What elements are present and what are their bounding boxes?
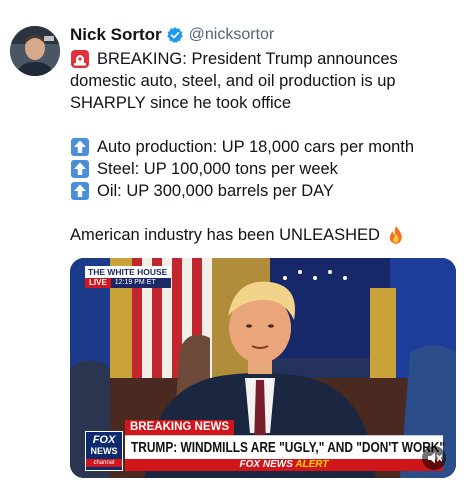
user-handle[interactable]: @nicksortor	[189, 26, 275, 44]
display-name[interactable]: Nick Sortor	[70, 25, 162, 45]
up-arrow-icon	[70, 159, 90, 179]
speaker-muted-icon	[428, 452, 443, 464]
broadcast-time: 12:19 PM ET	[110, 278, 171, 288]
text-line: Steel: UP 100,000 tons per week	[70, 158, 460, 180]
white-house-live-tag: THE WHITE HOUSE LIVE 12:19 PM ET	[85, 266, 171, 288]
up-arrow-icon	[70, 137, 90, 157]
text-line-3: SHARPLY since he took office	[70, 94, 292, 112]
text-line-7: American industry has been UNLEASHED	[70, 226, 380, 244]
alert-prefix: FOX NEWS	[239, 459, 293, 470]
fox-news-alert-bar: FOX NEWS ALERT	[125, 459, 443, 471]
alert-word: ALERT	[295, 459, 329, 470]
breaking-news-label: BREAKING NEWS	[125, 420, 235, 435]
video-player[interactable]: THE WHITE HOUSE LIVE 12:19 PM ET BREAKIN…	[70, 258, 456, 478]
verified-badge-icon[interactable]	[166, 26, 184, 44]
headline-text: TRUMP: WINDMILLS ARE "UGLY," AND "DON'T …	[131, 440, 446, 456]
text-line: Oil: UP 300,000 barrels per DAY	[70, 180, 460, 202]
tweet-text: BREAKING: President Trump announces dome…	[70, 48, 460, 246]
channel-tag: THE WHITE HOUSE	[85, 266, 171, 278]
headline-banner: TRUMP: WINDMILLS ARE "UGLY," AND "DON'T …	[125, 435, 446, 459]
fox-news-logo: FOX NEWS channel	[85, 431, 123, 471]
avatar[interactable]	[10, 26, 60, 76]
fire-icon	[386, 225, 406, 245]
text-line: BREAKING: President Trump announces	[70, 48, 460, 70]
police-car-light-icon	[70, 49, 90, 69]
tweet[interactable]: Nick Sortor @nicksortor BREAKING: Presid…	[0, 0, 466, 500]
text-line-5: Steel: UP 100,000 tons per week	[97, 160, 338, 178]
logo-news: NEWS	[90, 446, 118, 456]
logo-fox: FOX	[92, 434, 116, 446]
up-arrow-icon	[70, 181, 90, 201]
mute-toggle-button[interactable]	[422, 446, 446, 470]
text-line-6: Oil: UP 300,000 barrels per DAY	[97, 182, 334, 200]
text-line-4: Auto production: UP 18,000 cars per mont…	[97, 138, 415, 156]
logo-channel: channel	[86, 459, 122, 467]
text-line: American industry has been UNLEASHED	[70, 224, 460, 246]
tweet-header: Nick Sortor @nicksortor	[70, 24, 274, 46]
live-badge: LIVE	[85, 278, 111, 288]
text-line: domestic auto, steel, and oil production…	[70, 70, 460, 92]
text-line: Auto production: UP 18,000 cars per mont…	[70, 136, 460, 158]
text-line-2: domestic auto, steel, and oil production…	[70, 72, 396, 90]
text-line-1: BREAKING: President Trump announces	[97, 50, 398, 68]
text-line: SHARPLY since he took office	[70, 92, 460, 114]
avatar-image	[10, 26, 60, 76]
